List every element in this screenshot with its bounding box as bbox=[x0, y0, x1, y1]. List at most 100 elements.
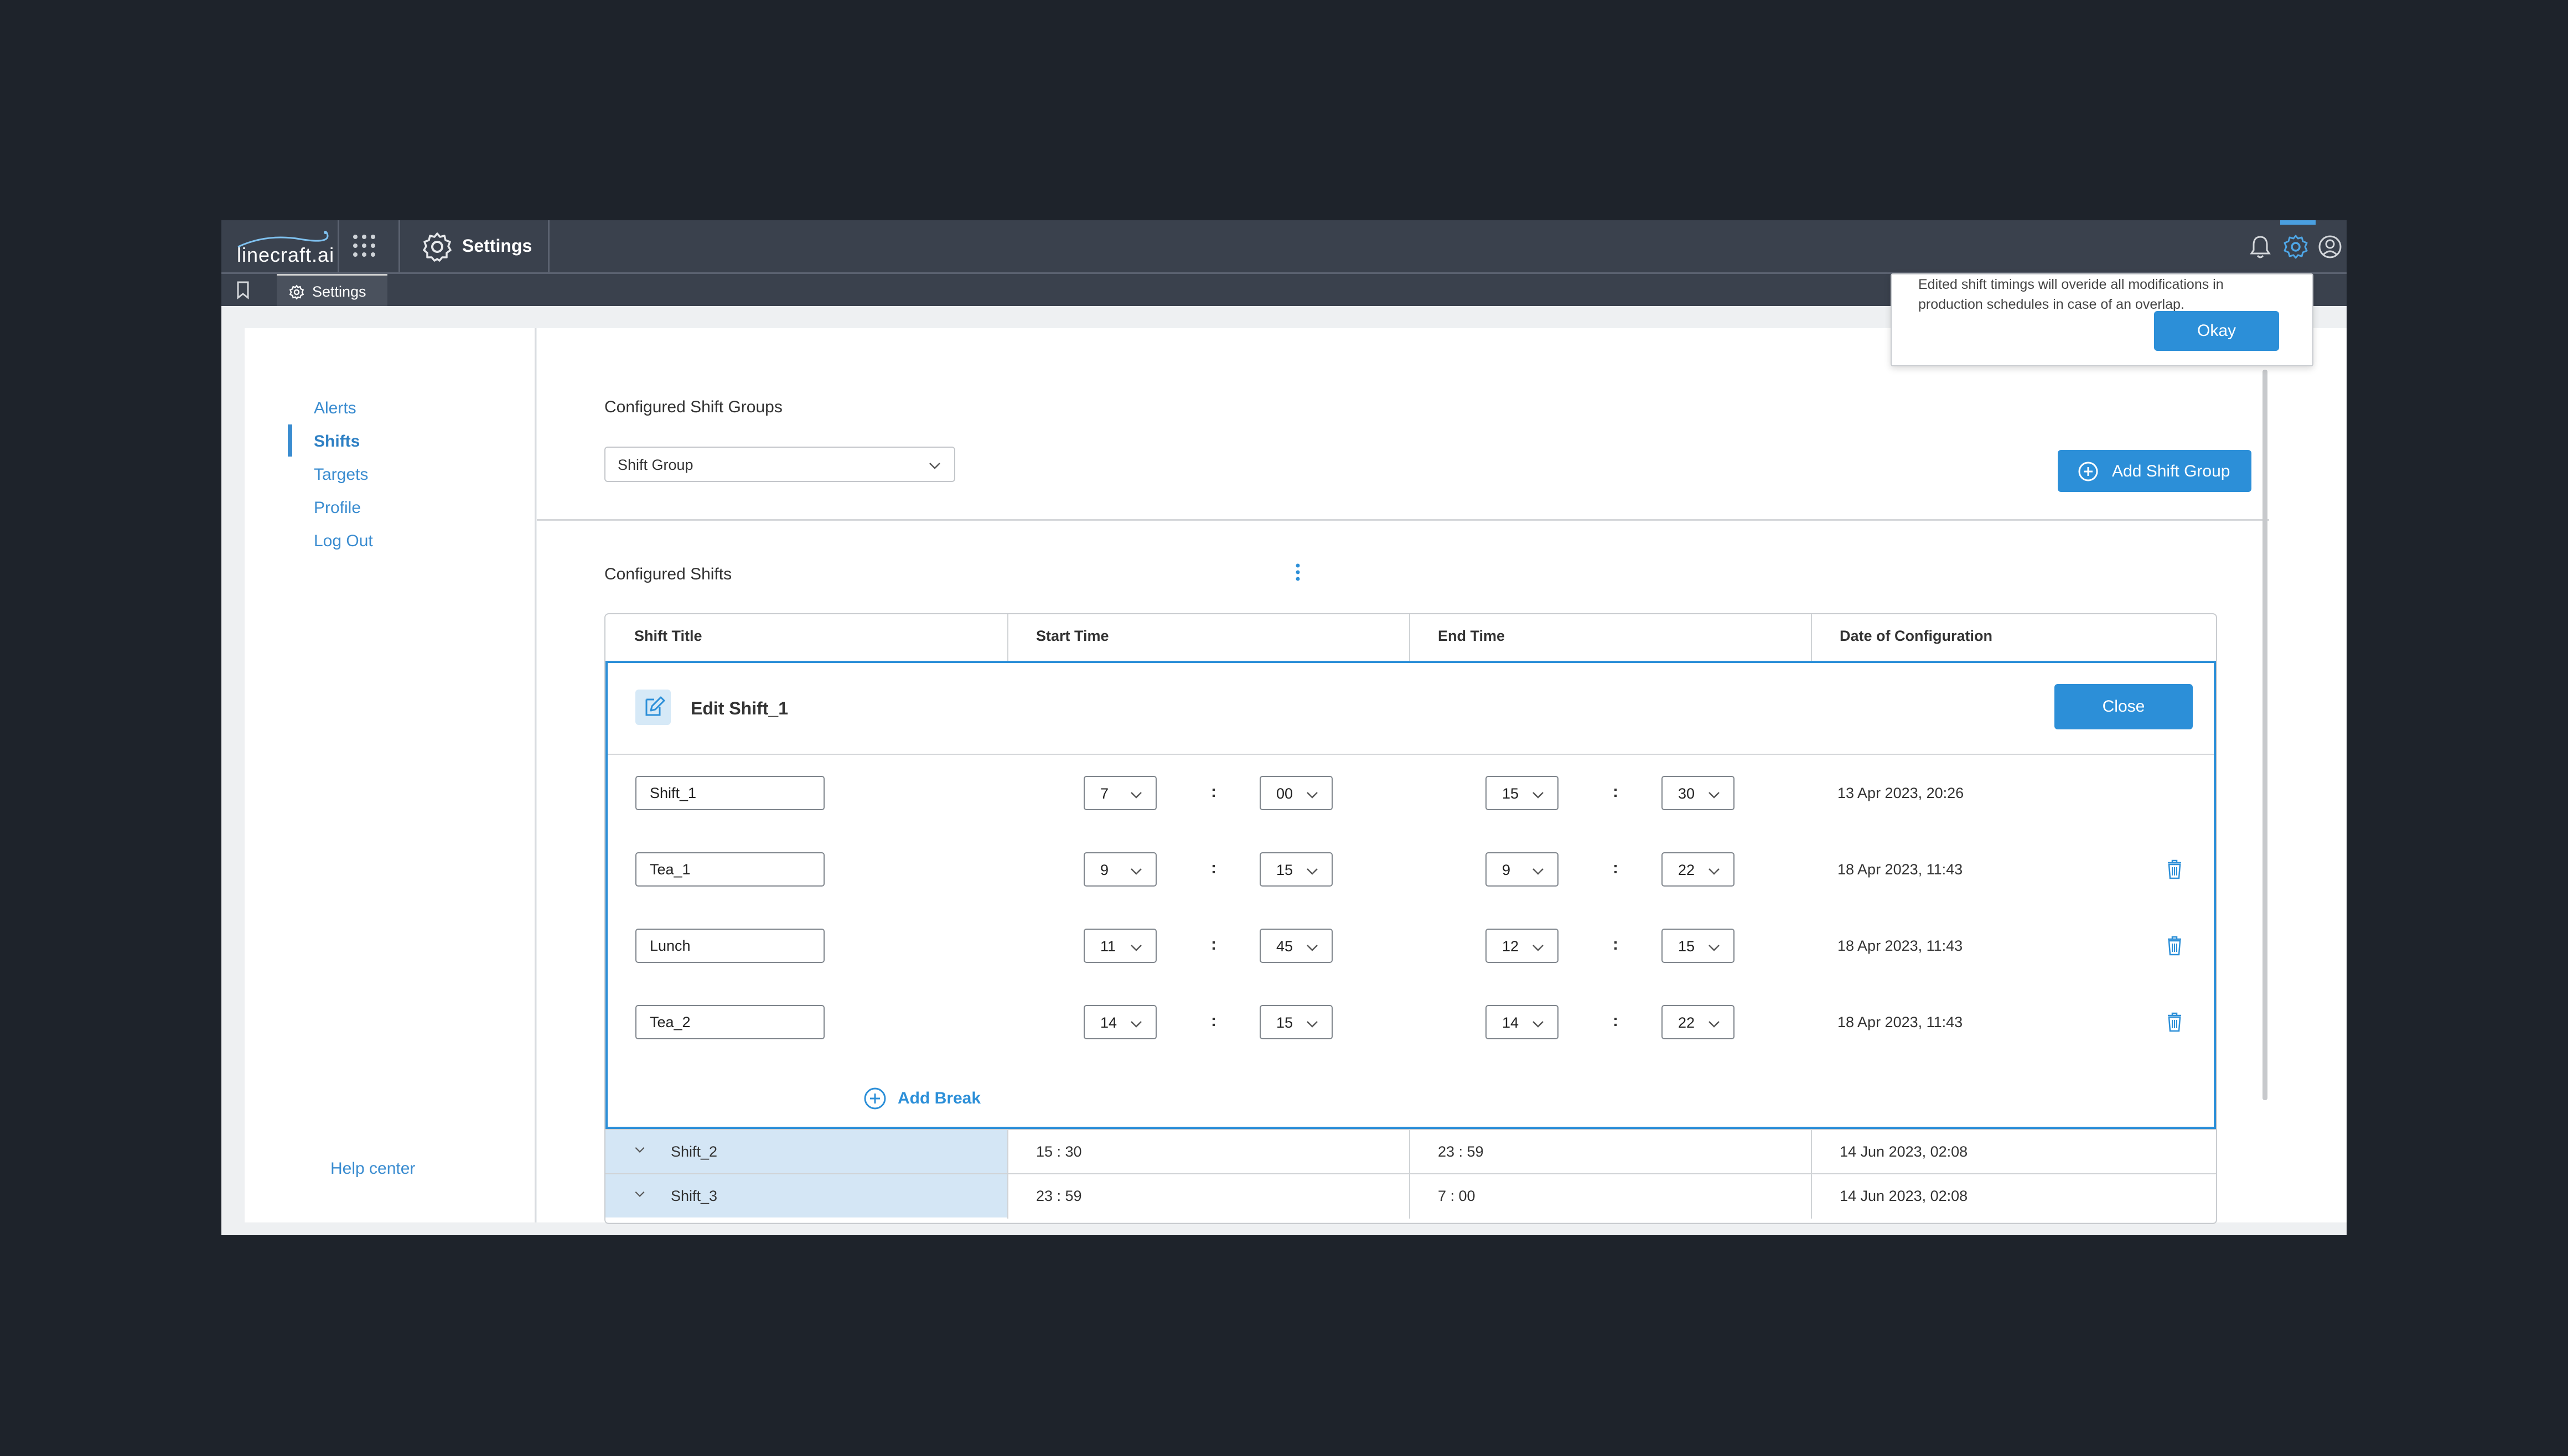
chevron-down-icon[interactable] bbox=[634, 1191, 645, 1198]
time-separator: : bbox=[1613, 935, 1618, 954]
bell-icon[interactable] bbox=[2247, 234, 2274, 260]
sidebar-item-targets[interactable]: Targets bbox=[314, 465, 368, 484]
top-bar: linecraft.ai Settings bbox=[221, 220, 2347, 274]
app-grid-icon[interactable] bbox=[351, 232, 377, 259]
chevron-down-icon bbox=[1131, 945, 1142, 951]
select-value: 22 bbox=[1678, 862, 1695, 878]
chevron-down-icon bbox=[1532, 1021, 1544, 1028]
end-hour-select[interactable]: 9 bbox=[1485, 852, 1559, 887]
column-divider bbox=[1811, 1174, 1812, 1219]
active-indicator bbox=[2280, 220, 2316, 225]
time-separator: : bbox=[1613, 1012, 1618, 1030]
time-separator: : bbox=[1613, 859, 1618, 877]
select-value: 15 bbox=[1276, 862, 1293, 878]
shift-title-input[interactable]: Shift_1 bbox=[635, 776, 825, 810]
close-button[interactable]: Close bbox=[2054, 684, 2193, 729]
select-value: 22 bbox=[1678, 1014, 1695, 1031]
select-value: 14 bbox=[1502, 1014, 1519, 1031]
row-title: Shift_2 bbox=[671, 1143, 718, 1160]
sidebar-item-shifts[interactable]: Shifts bbox=[314, 432, 360, 451]
plus-circle-icon bbox=[2078, 462, 2098, 481]
date-of-configuration: 18 Apr 2023, 11:43 bbox=[1837, 1014, 1963, 1030]
chevron-down-icon[interactable] bbox=[634, 1147, 645, 1153]
shift-title-input[interactable]: Lunch bbox=[635, 929, 825, 963]
chevron-down-icon bbox=[1307, 792, 1318, 799]
add-shift-group-button[interactable]: Add Shift Group bbox=[2058, 450, 2251, 492]
end-minute-select[interactable]: 22 bbox=[1661, 852, 1735, 887]
nav-active-indicator bbox=[288, 424, 292, 457]
chevron-down-icon bbox=[1131, 1021, 1142, 1028]
start-minute-select[interactable]: 15 bbox=[1260, 1005, 1333, 1039]
row-end: 23 : 59 bbox=[1438, 1143, 1484, 1160]
select-value: 7 bbox=[1100, 785, 1109, 802]
shift-group-select[interactable]: Shift Group bbox=[604, 447, 955, 482]
table-row[interactable]: Shift_2 15 : 30 23 : 59 14 Jun 2023, 02:… bbox=[605, 1129, 2216, 1174]
table-row[interactable]: Shift_3 23 : 59 7 : 00 14 Jun 2023, 02:0… bbox=[605, 1173, 2216, 1219]
linecraft-logo[interactable]: linecraft.ai bbox=[234, 228, 334, 267]
start-minute-select[interactable]: 00 bbox=[1260, 776, 1333, 810]
header-shift-title: Shift Title bbox=[634, 628, 702, 644]
start-hour-select[interactable]: 7 bbox=[1084, 776, 1157, 810]
start-hour-select[interactable]: 9 bbox=[1084, 852, 1157, 887]
plus-circle-icon bbox=[864, 1087, 886, 1110]
edit-shift-title: Edit Shift_1 bbox=[691, 698, 789, 718]
start-hour-select[interactable]: 11 bbox=[1084, 929, 1157, 963]
end-minute-select[interactable]: 15 bbox=[1661, 929, 1735, 963]
end-hour-select[interactable]: 15 bbox=[1485, 776, 1559, 810]
header-start-time: Start Time bbox=[1036, 628, 1109, 644]
gear-icon bbox=[289, 284, 304, 300]
start-minute-select[interactable]: 15 bbox=[1260, 852, 1333, 887]
end-minute-select[interactable]: 22 bbox=[1661, 1005, 1735, 1039]
select-value: 00 bbox=[1276, 785, 1293, 802]
time-separator: : bbox=[1613, 783, 1618, 801]
chevron-down-icon bbox=[1307, 868, 1318, 875]
row-end: 7 : 00 bbox=[1438, 1188, 1475, 1204]
end-minute-select[interactable]: 30 bbox=[1661, 776, 1735, 810]
more-options-icon[interactable] bbox=[1295, 562, 1301, 582]
trash-icon[interactable] bbox=[2166, 859, 2183, 880]
date-of-configuration: 13 Apr 2023, 20:26 bbox=[1837, 785, 1964, 801]
shift-title-input[interactable]: Tea_2 bbox=[635, 1005, 825, 1039]
divider bbox=[338, 220, 339, 274]
start-hour-select[interactable]: 14 bbox=[1084, 1005, 1157, 1039]
settings-gear-icon[interactable] bbox=[2282, 234, 2309, 260]
help-center-link[interactable]: Help center bbox=[330, 1159, 415, 1178]
tab-settings[interactable]: Settings bbox=[277, 274, 387, 306]
chevron-down-icon bbox=[1307, 1021, 1318, 1028]
chevron-down-icon bbox=[1708, 792, 1720, 799]
user-profile-icon[interactable] bbox=[2317, 234, 2343, 260]
select-value: 9 bbox=[1100, 862, 1109, 878]
chevron-down-icon bbox=[1532, 945, 1544, 951]
divider bbox=[548, 220, 550, 274]
section-divider bbox=[537, 519, 2269, 521]
okay-button[interactable]: Okay bbox=[2154, 311, 2279, 351]
chevron-down-icon bbox=[1708, 945, 1720, 951]
chevron-down-icon bbox=[1532, 792, 1544, 799]
row-date: 14 Jun 2023, 02:08 bbox=[1840, 1143, 1968, 1160]
scrollbar[interactable] bbox=[2262, 370, 2267, 1100]
shift-title-input[interactable]: Tea_1 bbox=[635, 852, 825, 887]
chevron-down-icon bbox=[1532, 868, 1544, 875]
time-separator: : bbox=[1211, 859, 1216, 877]
edit-shift-panel: Edit Shift_1 Close Shift_1 7: 00 15: 30 13 Ap… bbox=[605, 661, 2216, 1129]
end-hour-select[interactable]: 14 bbox=[1485, 1005, 1559, 1039]
row-title-cell bbox=[605, 1130, 1007, 1173]
start-minute-select[interactable]: 45 bbox=[1260, 929, 1333, 963]
row-start: 23 : 59 bbox=[1036, 1188, 1082, 1204]
end-hour-select[interactable]: 12 bbox=[1485, 929, 1559, 963]
trash-icon[interactable] bbox=[2166, 935, 2183, 956]
select-value: 15 bbox=[1276, 1014, 1293, 1031]
popup-message: Edited shift timings will overide all mo… bbox=[1918, 277, 2224, 312]
sidebar-item-profile[interactable]: Profile bbox=[314, 499, 361, 517]
select-value: 15 bbox=[1502, 785, 1519, 802]
chevron-down-icon bbox=[1708, 868, 1720, 875]
select-value: 45 bbox=[1276, 938, 1293, 955]
sidebar-item-logout[interactable]: Log Out bbox=[314, 532, 373, 551]
select-value: 30 bbox=[1678, 785, 1695, 802]
sidebar-item-alerts[interactable]: Alerts bbox=[314, 399, 356, 418]
time-separator: : bbox=[1211, 935, 1216, 954]
app-window: linecraft.ai Settings Settings Alerts Sh… bbox=[221, 220, 2347, 1235]
shifts-title: Configured Shifts bbox=[604, 565, 732, 583]
trash-icon[interactable] bbox=[2166, 1012, 2183, 1033]
bookmark-icon[interactable] bbox=[235, 281, 251, 300]
